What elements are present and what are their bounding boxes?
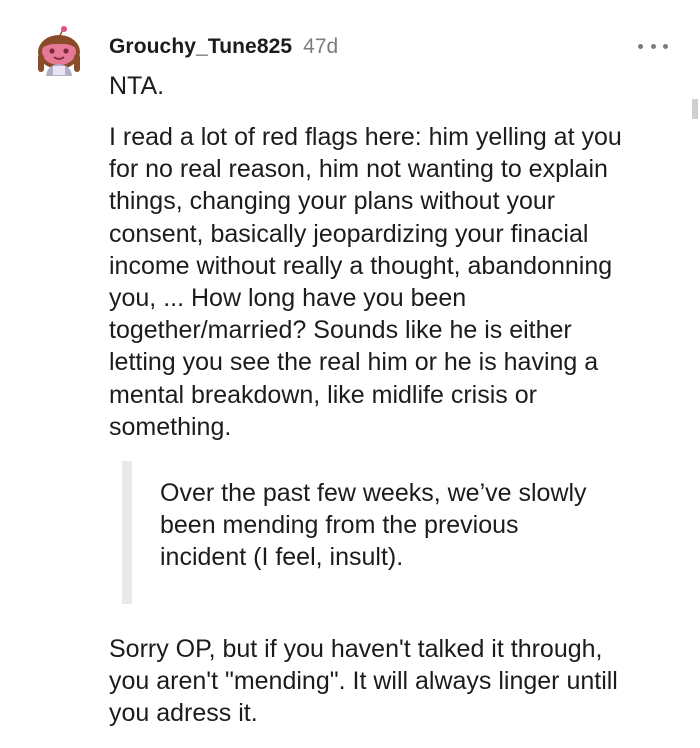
text-line: for no real reason, him not wanting to e… xyxy=(109,155,608,184)
comment-paragraph-2: Sorry OP, but if you haven't talked it t… xyxy=(109,633,699,730)
comment-header: Grouchy_Tune825 47d xyxy=(109,33,338,61)
text-line: you adress it. xyxy=(109,699,258,728)
dot xyxy=(638,43,643,49)
text-line: consent, basically jeopardizing your fin… xyxy=(109,219,589,248)
snoo-avatar-icon xyxy=(38,26,80,76)
text-line: I read a lot of red flags here: him yell… xyxy=(109,123,622,151)
text-line: letting you see the real him or he is ha… xyxy=(109,348,599,377)
dot xyxy=(663,43,668,49)
scrollbar-thumb[interactable] xyxy=(692,99,698,119)
text-line: incident (I feel, insult). xyxy=(160,543,404,572)
text-line: mental breakdown, like midlife crisis or xyxy=(109,380,537,409)
text-line: together/married? Sounds like he is eith… xyxy=(109,316,572,345)
ellipsis-icon[interactable] xyxy=(638,36,668,56)
text-line: you aren't "mending". It will always lin… xyxy=(109,667,618,696)
text-line: things, changing your plans without your xyxy=(109,187,556,216)
blockquote-text: Over the past few weeks, we’ve slowly be… xyxy=(160,477,680,574)
text-line: something. xyxy=(109,412,232,441)
user-avatar[interactable] xyxy=(36,26,82,76)
blockquote-bar xyxy=(122,461,132,604)
comment-age: 47d xyxy=(303,35,339,58)
text-line: Over the past few weeks, we’ve slowly xyxy=(160,479,587,507)
username-link[interactable]: Grouchy_Tune825 xyxy=(109,35,292,59)
comment-verdict: NTA. xyxy=(109,72,165,100)
text-line: you, ... How long have you been xyxy=(109,284,467,313)
comment-paragraph-1: I read a lot of red flags here: him yell… xyxy=(109,121,699,443)
text-line: been mending from the previous xyxy=(160,511,519,540)
text-line: income without really a thought, abandon… xyxy=(109,251,613,280)
dot xyxy=(650,43,656,49)
text-line: Sorry OP, but if you haven't talked it t… xyxy=(109,635,603,663)
